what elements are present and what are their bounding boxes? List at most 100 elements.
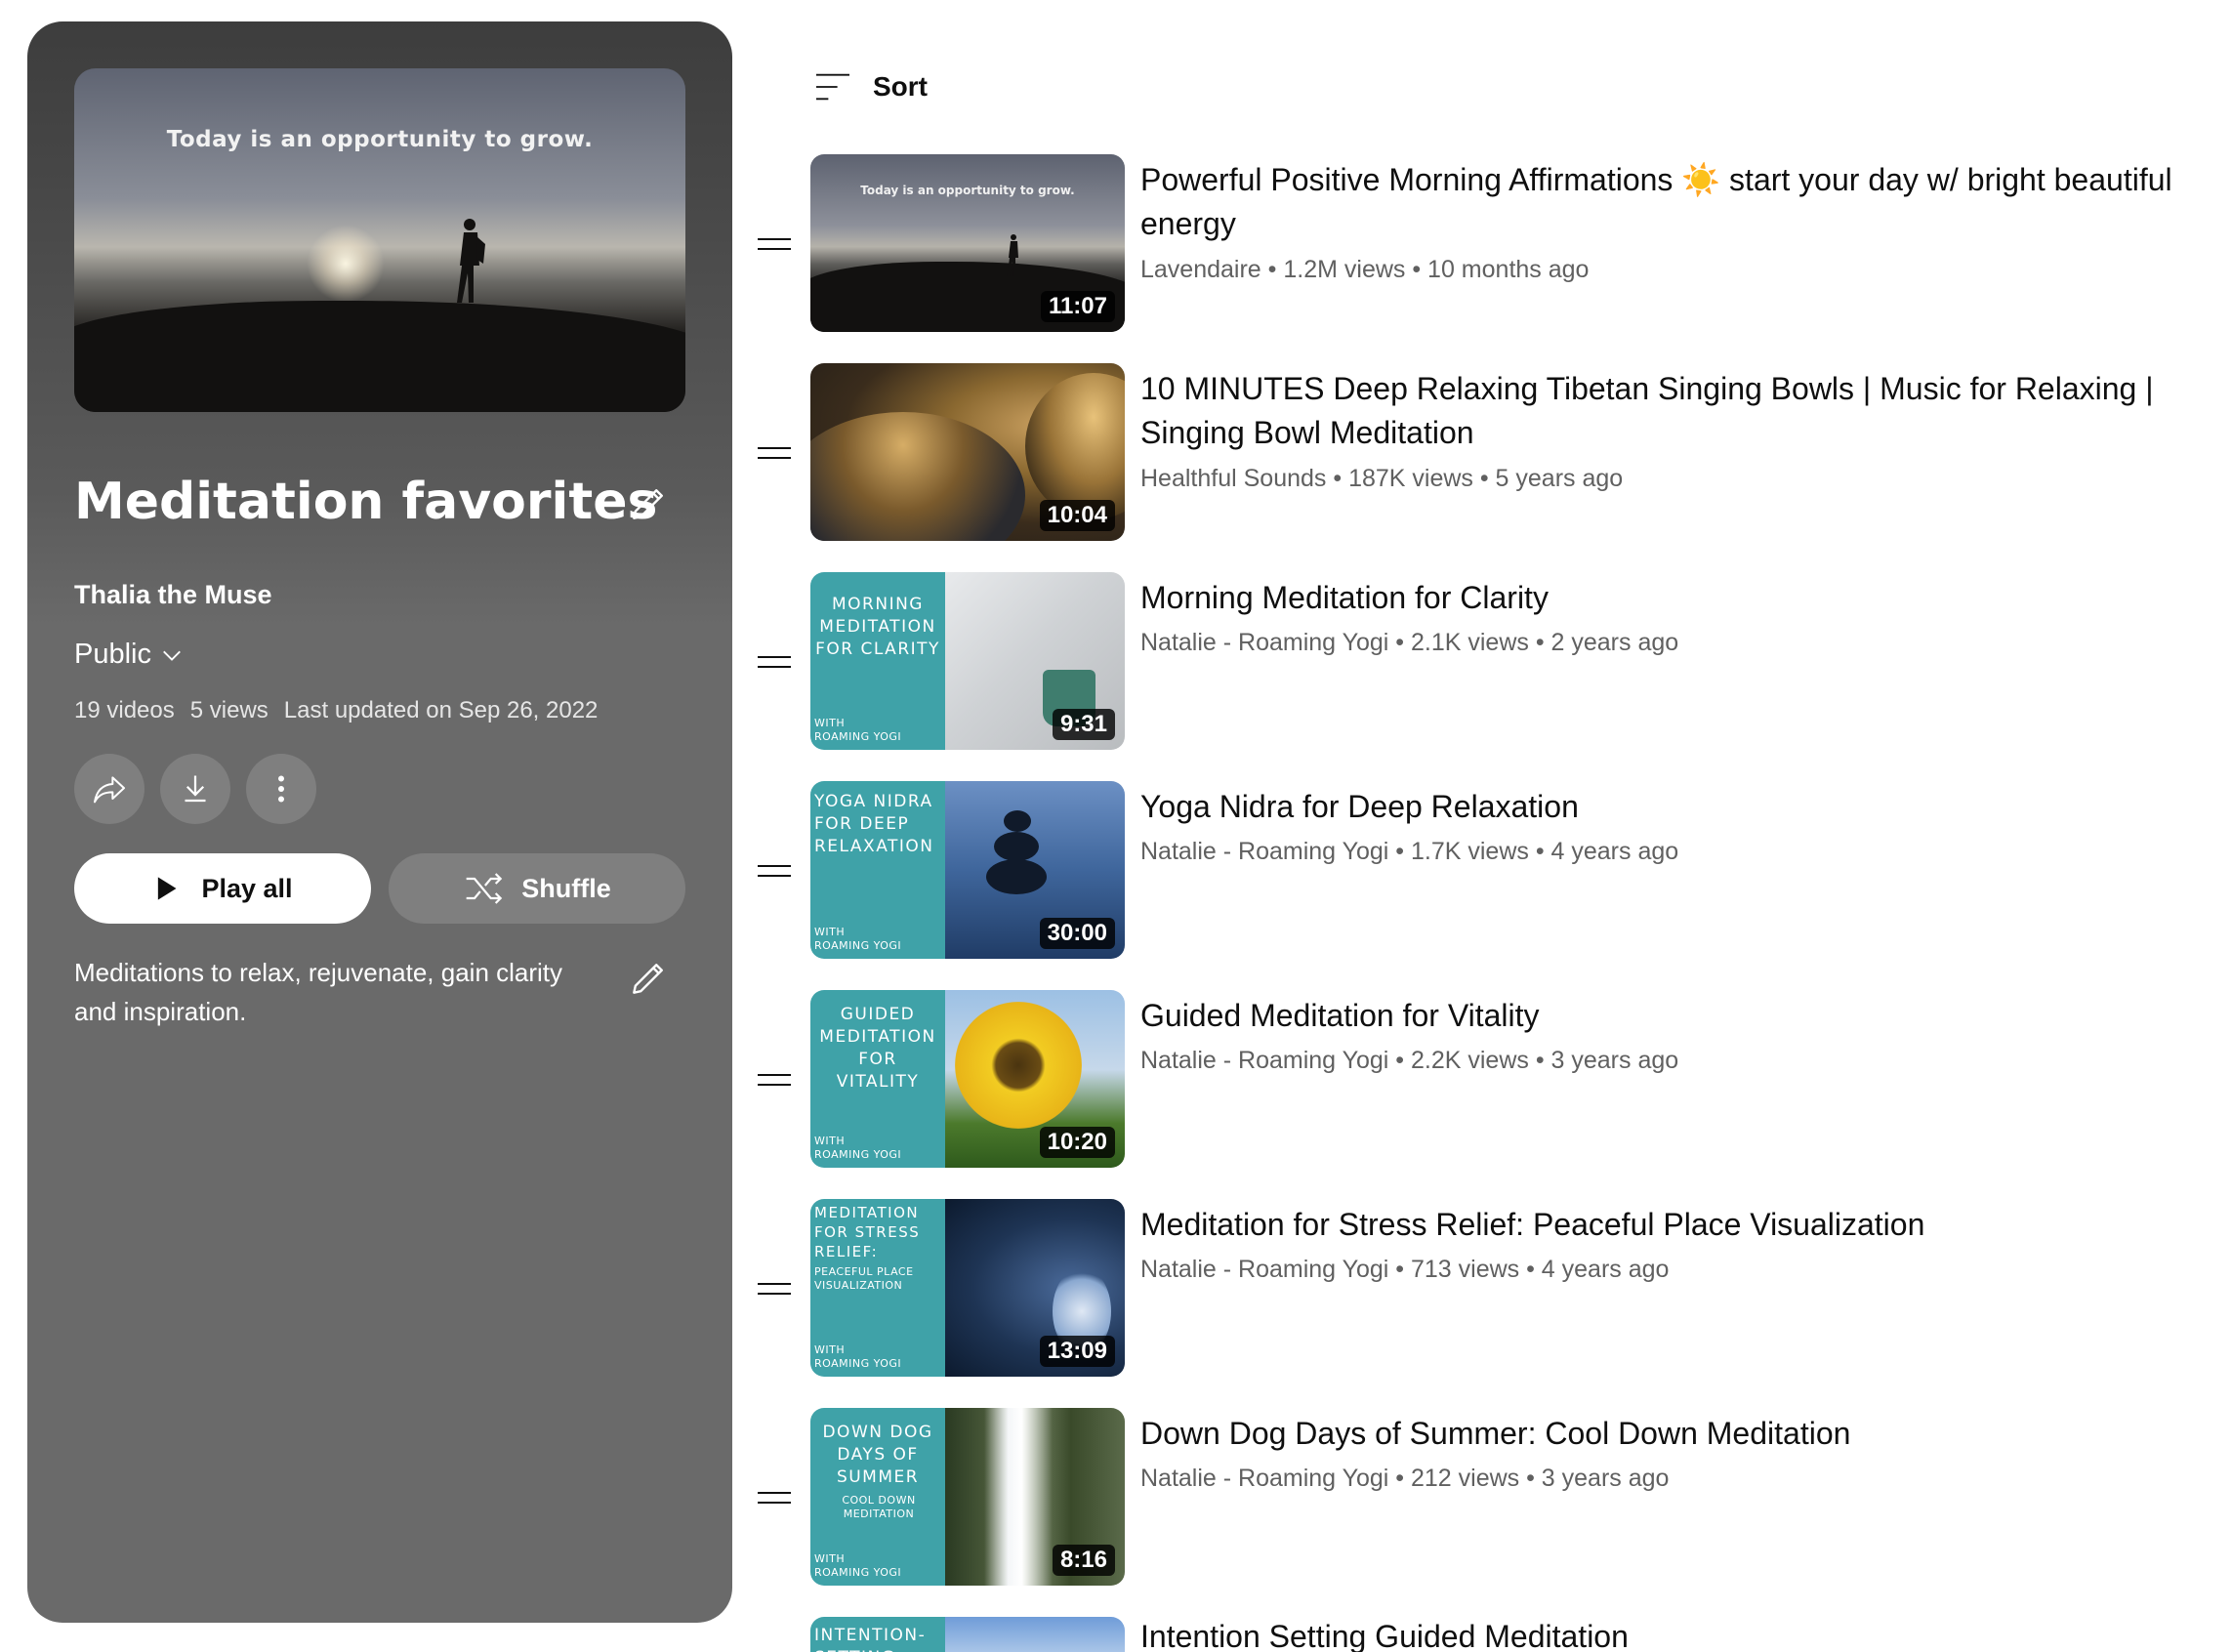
- video-title[interactable]: Guided Meditation for Vitality: [1140, 994, 2214, 1038]
- pencil-icon[interactable]: [627, 957, 670, 1000]
- sunflower: [955, 1002, 1082, 1129]
- playlist-video-row: 10:04 10 MINUTES Deep Relaxing Tibetan S…: [756, 363, 2220, 543]
- channel-name[interactable]: Natalie - Roaming Yogi: [1140, 1256, 1388, 1283]
- thumbnail-title-panel: MORNING MEDITATION FOR CLARITY WITH ROAM…: [810, 572, 945, 750]
- video-meta: Natalie - Roaming Yogi • 212 views • 3 y…: [1140, 1465, 1670, 1492]
- shuffle-label: Shuffle: [521, 873, 611, 903]
- video-stats: 1.2M views • 10 months ago: [1283, 256, 1590, 283]
- thumbnail-credit: WITH ROAMING YOGI: [814, 717, 902, 743]
- drag-handle-icon[interactable]: [756, 445, 793, 461]
- thumbnail-title-panel: GUIDED MEDITATION FOR VITALITY WITH ROAM…: [810, 990, 945, 1168]
- video-thumbnail[interactable]: MORNING MEDITATION FOR CLARITY WITH ROAM…: [810, 572, 1125, 750]
- download-button[interactable]: [160, 754, 230, 824]
- duration-badge: 10:20: [1039, 1127, 1115, 1158]
- playlist-cover-image[interactable]: Today is an opportunity to grow.: [74, 68, 685, 412]
- sort-icon: [816, 73, 849, 101]
- thumbnail-text: YOGA NIDRA FOR DEEP RELAXATION: [814, 792, 934, 856]
- play-all-button[interactable]: Play all: [74, 853, 371, 924]
- playlist-video-row: GUIDED MEDITATION FOR VITALITY WITH ROAM…: [756, 990, 2220, 1170]
- more-vertical-icon: [278, 775, 284, 803]
- thumbnail-text: GUIDED MEDITATION FOR VITALITY: [819, 1005, 936, 1092]
- duration-badge: 13:09: [1039, 1336, 1115, 1367]
- video-stats: 2.2K views • 3 years ago: [1410, 1047, 1679, 1074]
- drag-handle-icon[interactable]: [756, 236, 793, 252]
- thumbnail-text: MEDITATION FOR STRESS RELIEF:: [814, 1204, 921, 1260]
- channel-name[interactable]: Natalie - Roaming Yogi: [1140, 1465, 1388, 1492]
- play-all-label: Play all: [201, 873, 293, 903]
- video-thumbnail[interactable]: DOWN DOG DAYS OF SUMMER COOL DOWN MEDITA…: [810, 1408, 1125, 1586]
- thumbnail-credit: WITH ROAMING YOGI: [814, 1552, 902, 1579]
- duration-badge: 9:31: [1052, 709, 1115, 740]
- thumbnail-credit: WITH ROAMING YOGI: [814, 1343, 902, 1370]
- hiker-silhouette: [1007, 234, 1018, 276]
- video-thumbnail[interactable]: Today is an opportunity to grow. 11:07: [810, 154, 1125, 332]
- video-title[interactable]: Down Dog Days of Summer: Cool Down Medit…: [1140, 1412, 2214, 1456]
- video-thumbnail[interactable]: 10:04: [810, 363, 1125, 541]
- video-meta: Healthful Sounds • 187K views • 5 years …: [1140, 465, 1624, 492]
- stacked-stone: [994, 832, 1039, 861]
- share-icon: [94, 776, 125, 804]
- duration-badge: 8:16: [1052, 1545, 1115, 1576]
- thumbnail-title-panel: INTENTION- SETTING: [810, 1617, 945, 1652]
- play-icon: [158, 877, 177, 900]
- sun-glow: [307, 225, 385, 303]
- video-count: 19 videos: [74, 697, 175, 723]
- video-thumbnail[interactable]: INTENTION- SETTING: [810, 1617, 1125, 1652]
- last-updated: Last updated on Sep 26, 2022: [283, 697, 599, 723]
- playlist-video-row: DOWN DOG DAYS OF SUMMER COOL DOWN MEDITA…: [756, 1408, 2220, 1588]
- video-stats: 713 views • 4 years ago: [1410, 1256, 1670, 1283]
- channel-name[interactable]: Healthful Sounds: [1140, 465, 1326, 492]
- video-title[interactable]: Meditation for Stress Relief: Peaceful P…: [1140, 1203, 2214, 1247]
- video-thumbnail[interactable]: MEDITATION FOR STRESS RELIEF: PEACEFUL P…: [810, 1199, 1125, 1377]
- video-title[interactable]: Intention Setting Guided Meditation: [1140, 1617, 2214, 1652]
- privacy-selector[interactable]: Public: [74, 639, 183, 671]
- drag-handle-icon[interactable]: [756, 654, 793, 670]
- pencil-icon[interactable]: [627, 482, 670, 525]
- channel-name[interactable]: Natalie - Roaming Yogi: [1140, 838, 1388, 865]
- video-title[interactable]: 10 MINUTES Deep Relaxing Tibetan Singing…: [1140, 367, 2214, 455]
- drag-handle-icon[interactable]: [756, 863, 793, 879]
- hiker-silhouette: [457, 219, 485, 303]
- video-meta: Natalie - Roaming Yogi • 1.7K views • 4 …: [1140, 838, 1679, 865]
- drag-handle-icon[interactable]: [756, 1490, 793, 1506]
- page: Today is an opportunity to grow. Meditat…: [0, 0, 2232, 1652]
- drag-handle-icon[interactable]: [756, 1072, 793, 1088]
- thumbnail-text: DOWN DOG DAYS OF SUMMER: [822, 1423, 933, 1487]
- playlist-owner[interactable]: Thalia the Muse: [74, 580, 272, 610]
- playlist-video-row: MORNING MEDITATION FOR CLARITY WITH ROAM…: [756, 572, 2220, 752]
- sort-label: Sort: [873, 71, 928, 102]
- playlist-title: Meditation favorites: [74, 473, 658, 531]
- thumbnail-title-panel: DOWN DOG DAYS OF SUMMER COOL DOWN MEDITA…: [810, 1408, 945, 1586]
- video-title[interactable]: Morning Meditation for Clarity: [1140, 576, 2214, 620]
- video-thumbnail[interactable]: GUIDED MEDITATION FOR VITALITY WITH ROAM…: [810, 990, 1125, 1168]
- video-meta: Natalie - Roaming Yogi • 713 views • 4 y…: [1140, 1256, 1670, 1283]
- duration-badge: 30:00: [1039, 918, 1115, 949]
- stacked-stone: [1004, 810, 1031, 832]
- channel-name[interactable]: Lavendaire: [1140, 256, 1261, 283]
- video-title[interactable]: Powerful Positive Morning Affirmations ☀…: [1140, 158, 2214, 246]
- shuffle-button[interactable]: Shuffle: [389, 853, 685, 924]
- playlist-header-panel: Today is an opportunity to grow. Meditat…: [27, 21, 732, 1623]
- thumbnail-text: MORNING MEDITATION FOR CLARITY: [815, 595, 940, 659]
- more-actions-button[interactable]: [246, 754, 316, 824]
- video-thumbnail[interactable]: YOGA NIDRA FOR DEEP RELAXATION WITH ROAM…: [810, 781, 1125, 959]
- share-button[interactable]: [74, 754, 145, 824]
- thumbnail-subtext: PEACEFUL PLACE VISUALIZATION: [814, 1265, 914, 1292]
- video-stats: 2.1K views • 2 years ago: [1410, 629, 1679, 656]
- channel-name[interactable]: Natalie - Roaming Yogi: [1140, 1047, 1388, 1074]
- drag-handle-icon[interactable]: [756, 1281, 793, 1297]
- thumbnail-credit: WITH ROAMING YOGI: [814, 926, 902, 952]
- video-stats: 1.7K views • 4 years ago: [1410, 838, 1679, 865]
- view-count: 5 views: [189, 697, 269, 723]
- thumbnail-title-panel: YOGA NIDRA FOR DEEP RELAXATION WITH ROAM…: [810, 781, 945, 959]
- singing-bowl: [810, 412, 1025, 541]
- waterfall: [984, 1408, 1053, 1586]
- playlist-video-row: Today is an opportunity to grow. 11:07 P…: [756, 154, 2220, 334]
- privacy-label: Public: [74, 639, 151, 670]
- channel-name[interactable]: Natalie - Roaming Yogi: [1140, 629, 1388, 656]
- video-meta: Lavendaire • 1.2M views • 10 months ago: [1140, 256, 1590, 283]
- sort-button[interactable]: Sort: [814, 70, 928, 103]
- video-title[interactable]: Yoga Nidra for Deep Relaxation: [1140, 785, 2214, 829]
- thumbnail-text: Today is an opportunity to grow.: [860, 184, 1075, 197]
- thumbnail-text: INTENTION- SETTING: [814, 1626, 927, 1652]
